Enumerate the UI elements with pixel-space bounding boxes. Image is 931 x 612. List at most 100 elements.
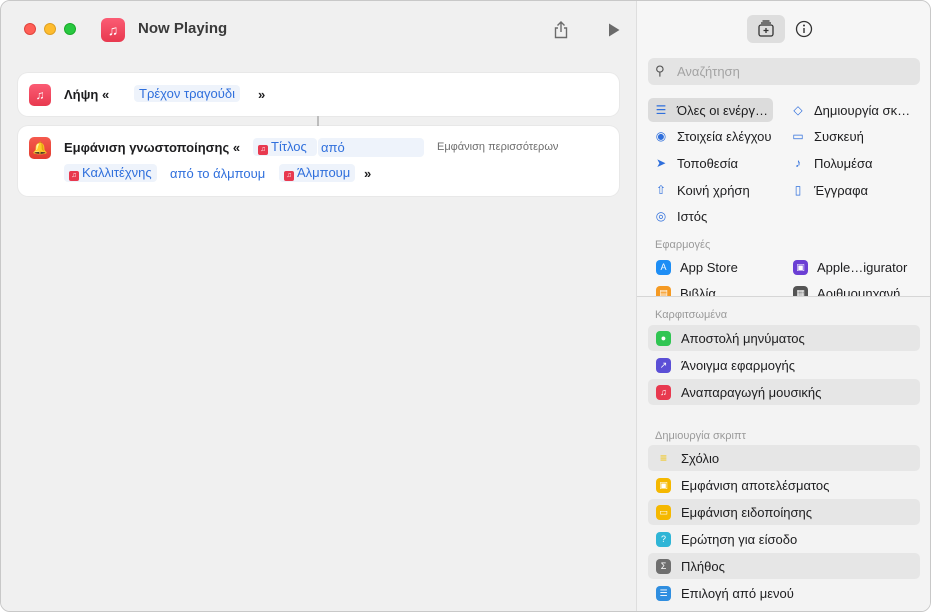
album-token[interactable]: ♫ Άλμπουμ bbox=[279, 164, 356, 182]
row-label: Σχόλιο bbox=[681, 450, 720, 466]
app-app-store[interactable]: A App Store bbox=[656, 260, 738, 275]
category-label: Συσκευή bbox=[814, 128, 864, 144]
category-label: Έγγραφα bbox=[814, 182, 869, 198]
music-note-icon: ♪ bbox=[795, 156, 801, 170]
category-location[interactable]: ➤ Τοποθεσία bbox=[653, 151, 738, 175]
configurator-icon: ▣ bbox=[793, 260, 808, 275]
run-button[interactable] bbox=[601, 17, 627, 43]
music-note-icon: ♫ bbox=[258, 145, 268, 155]
app-label: App Store bbox=[680, 260, 738, 275]
action-get-current-song[interactable]: ♫ Λήψη « Τρέχον τραγούδι » bbox=[18, 73, 619, 116]
row-label: Άνοιγμα εφαρμογής bbox=[681, 357, 796, 373]
info-icon bbox=[795, 20, 813, 38]
sigma-icon: Σ bbox=[656, 558, 671, 574]
row-label: Ερώτηση για είσοδο bbox=[681, 531, 798, 547]
action-show-notification[interactable]: 🔔 Εμφάνιση γνωστοποίησης « ♫ Τίτλος από ♫… bbox=[18, 126, 619, 196]
window-title: Now Playing bbox=[138, 20, 228, 37]
script-choose-from-menu[interactable]: ☰ Επιλογή από μενού bbox=[648, 580, 920, 606]
action-connector bbox=[317, 116, 319, 126]
text-from: από bbox=[321, 140, 345, 155]
category-controls[interactable]: ◉ Στοιχεία ελέγχου bbox=[653, 124, 772, 148]
action-label: Εμφάνιση γνωστοποίησης « bbox=[64, 140, 241, 155]
script-comment[interactable]: ≡ Σχόλιο bbox=[648, 445, 920, 471]
editor-pane: ♫ Now Playing ♫ Λήψη « Τρέχον τραγούδι »… bbox=[1, 1, 636, 611]
app-books[interactable]: ▤ Βιβλία bbox=[656, 286, 716, 296]
search-field[interactable]: ⚲ Αναζήτηση bbox=[648, 58, 920, 85]
location-arrow-icon: ➤ bbox=[655, 156, 667, 170]
action-label: Λήψη « bbox=[64, 87, 110, 102]
row-label: Αναπαραγωγή μουσικής bbox=[681, 384, 822, 400]
app-label: Βιβλία bbox=[680, 286, 716, 296]
scripting-section-header: Δημιουργία σκριπτ bbox=[655, 430, 746, 442]
ask-input-icon: ? bbox=[656, 531, 671, 547]
category-documents[interactable]: ▯ Έγγραφα bbox=[790, 178, 868, 202]
category-label: Δημιουργία σκ… bbox=[814, 102, 911, 118]
script-count[interactable]: Σ Πλήθος bbox=[648, 553, 920, 579]
category-label: Πολυμέσα bbox=[814, 155, 873, 171]
row-label: Εμφάνιση αποτελέσματος bbox=[681, 477, 830, 493]
category-device[interactable]: ▭ Συσκευή bbox=[790, 124, 864, 148]
show-more-button[interactable]: Εμφάνιση περισσότερων bbox=[437, 141, 558, 153]
row-label: Πλήθος bbox=[681, 558, 725, 574]
app-label: Apple…igurator bbox=[817, 260, 908, 275]
action-close-quote: » bbox=[364, 166, 372, 181]
open-app-arrow-icon: ↗ bbox=[656, 357, 671, 373]
apps-section-header: Εφαρμογές bbox=[655, 239, 711, 251]
app-store-icon: A bbox=[656, 260, 671, 275]
document-icon: ▯ bbox=[794, 183, 802, 197]
close-window-button[interactable] bbox=[24, 23, 36, 35]
toggle-icon: ◉ bbox=[655, 129, 667, 143]
row-label: Επιλογή από μενού bbox=[681, 585, 794, 601]
pinned-play-music[interactable]: ♫ Αναπαραγωγή μουσικής bbox=[648, 379, 920, 405]
script-show-alert[interactable]: ▭ Εμφάνιση ειδοποίησης bbox=[648, 499, 920, 525]
books-icon: ▤ bbox=[656, 286, 671, 296]
share-icon bbox=[554, 21, 568, 39]
result-icon: ▣ bbox=[656, 477, 671, 493]
app-label: Αριθμομηχανή bbox=[817, 286, 901, 296]
artist-token[interactable]: ♫ Καλλιτέχνης bbox=[64, 164, 157, 182]
text-from-album: από το άλμπουμ bbox=[170, 166, 266, 181]
music-note-icon: ♫ bbox=[284, 171, 294, 181]
minimize-window-button[interactable] bbox=[44, 23, 56, 35]
bell-icon: 🔔 bbox=[29, 137, 51, 159]
list-icon: ☰ bbox=[655, 103, 667, 117]
display-icon: ▭ bbox=[792, 129, 804, 143]
info-button[interactable] bbox=[794, 19, 814, 39]
category-sharing[interactable]: ⇧ Κοινή χρήση bbox=[653, 178, 750, 202]
music-note-icon: ♫ bbox=[69, 171, 79, 181]
script-ask-for-input[interactable]: ? Ερώτηση για είσοδο bbox=[648, 526, 920, 552]
title-token-label: Τίτλος bbox=[271, 139, 307, 154]
calculator-icon: ▦ bbox=[793, 286, 808, 296]
category-media[interactable]: ♪ Πολυμέσα bbox=[790, 151, 873, 175]
pinned-send-message[interactable]: ● Αποστολή μηνύματος bbox=[648, 325, 920, 351]
script-show-result[interactable]: ▣ Εμφάνιση αποτελέσματος bbox=[648, 472, 920, 498]
artist-token-label: Καλλιτέχνης bbox=[82, 165, 152, 180]
category-label: Ιστός bbox=[677, 208, 708, 224]
play-icon bbox=[609, 23, 620, 37]
pinned-open-app[interactable]: ↗ Άνοιγμα εφαρμογής bbox=[648, 352, 920, 378]
category-label: Κοινή χρήση bbox=[677, 182, 750, 198]
album-token-label: Άλμπουμ bbox=[297, 165, 351, 180]
search-placeholder: Αναζήτηση bbox=[677, 64, 740, 79]
category-label: Στοιχεία ελέγχου bbox=[677, 128, 772, 144]
categories-scroll-area[interactable]: ☰ Όλες οι ενέργ… ◇ Δημιουργία σκ… ◉ Στοιχεί… bbox=[637, 98, 930, 296]
shortcuts-window: ♫ Now Playing ♫ Λήψη « Τρέχον τραγούδι »… bbox=[0, 0, 931, 612]
notification-text-field[interactable]: από bbox=[318, 138, 424, 157]
share-icon: ⇧ bbox=[655, 183, 667, 197]
menu-icon: ☰ bbox=[656, 585, 671, 601]
music-note-icon: ♫ bbox=[29, 84, 51, 106]
zoom-window-button[interactable] bbox=[64, 23, 76, 35]
row-label: Αποστολή μηνύματος bbox=[681, 330, 805, 346]
scripting-icon: ◇ bbox=[793, 103, 803, 117]
search-icon: ⚲ bbox=[655, 63, 665, 78]
app-calculator[interactable]: ▦ Αριθμομηχανή bbox=[793, 286, 900, 296]
category-scripting[interactable]: ◇ Δημιουργία σκ… bbox=[790, 98, 910, 122]
app-apple-configurator[interactable]: ▣ Apple…igurator bbox=[793, 260, 907, 275]
title-token[interactable]: ♫ Τίτλος bbox=[253, 138, 317, 156]
current-song-token[interactable]: Τρέχον τραγούδι bbox=[134, 85, 240, 102]
action-library-sidebar: ⚲ Αναζήτηση ☰ Όλες οι ενέργ… ◇ Δημιουργία … bbox=[636, 1, 930, 611]
share-button[interactable] bbox=[548, 17, 574, 43]
library-toggle-button[interactable] bbox=[747, 15, 785, 43]
category-web[interactable]: ◎ Ιστός bbox=[653, 204, 708, 228]
category-all-actions[interactable]: ☰ Όλες οι ενέργ… bbox=[648, 98, 773, 122]
